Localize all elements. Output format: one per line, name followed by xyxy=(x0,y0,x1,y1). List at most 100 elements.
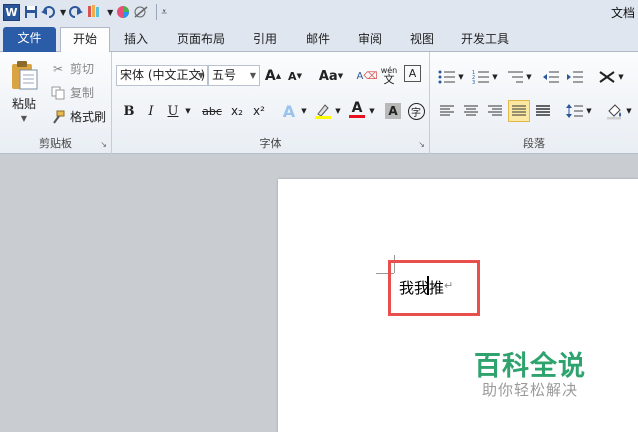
clipboard-group: 粘贴 ▼ ✂ 剪切 复制 格式刷 剪贴板 ↘ xyxy=(0,52,112,154)
undo-dropdown-icon[interactable]: ▼ xyxy=(60,2,66,22)
font-group: 宋体 (中文正文) ▼ 五号 ▼ A ▲ A ▼ Aa ▼ A ⌫ wén 文 A B I… xyxy=(112,52,430,154)
chinese-layout-icon[interactable] xyxy=(596,66,618,88)
highlight-dropdown-icon[interactable]: ▼ xyxy=(332,100,344,122)
tab-mailings[interactable]: 邮件 xyxy=(298,28,338,52)
font-color-dropdown-icon[interactable]: ▼ xyxy=(366,100,378,122)
font-size-value: 五号 xyxy=(212,68,237,82)
line-spacing-icon[interactable] xyxy=(564,100,586,122)
highlight-icon[interactable] xyxy=(312,100,334,122)
shading-icon[interactable] xyxy=(604,100,626,122)
line-spacing-dropdown-icon[interactable]: ▼ xyxy=(584,100,594,122)
underline-dropdown-icon[interactable]: ▼ xyxy=(182,100,194,122)
more-commands-icon[interactable]: ⩡ xyxy=(161,2,167,22)
chevron-down-icon: ▼ xyxy=(197,71,204,80)
text-effects-dropdown-icon[interactable]: ▼ xyxy=(298,100,310,122)
tab-layout[interactable]: 页面布局 xyxy=(170,28,232,52)
character-border-button[interactable]: A xyxy=(404,65,421,82)
bold-button[interactable]: B xyxy=(118,100,140,122)
grow-font-label: A xyxy=(264,68,276,84)
format-painter-label: 格式刷 xyxy=(70,110,107,124)
numbering-icon[interactable]: 123 xyxy=(470,66,492,88)
decrease-indent-icon[interactable] xyxy=(540,66,562,88)
increase-indent-icon[interactable] xyxy=(564,66,586,88)
clear-icon[interactable] xyxy=(133,2,149,22)
redo-icon[interactable] xyxy=(69,2,84,22)
copy-label: 复制 xyxy=(70,86,95,100)
document-area: 我我推 ↵ 百科全说 助你轻松解决 xyxy=(0,155,638,432)
paragraph-group-label: 段落 xyxy=(523,137,545,150)
tab-home[interactable]: 开始 xyxy=(60,27,110,52)
clear-formatting-button[interactable]: A ⌫ xyxy=(356,65,378,87)
ribbon: 粘贴 ▼ ✂ 剪切 复制 格式刷 剪贴板 ↘ 宋体 (中文正文) ▼ 五号 ▼ … xyxy=(0,52,638,154)
character-shading-button[interactable]: A xyxy=(382,100,404,122)
text-caret xyxy=(427,276,429,295)
italic-button[interactable]: I xyxy=(140,100,162,122)
strikethrough-button[interactable]: abc xyxy=(200,100,224,122)
multilevel-list-icon[interactable] xyxy=(504,66,526,88)
copy-icon xyxy=(50,85,66,101)
chinese-layout-dropdown-icon[interactable]: ▼ xyxy=(616,66,626,88)
underline-button[interactable]: U xyxy=(162,100,184,122)
watermark-subtitle: 助你轻松解决 xyxy=(482,381,579,399)
ribbon-tabs: 文件 开始 插入 页面布局 引用 邮件 审阅 视图 开发工具 xyxy=(0,24,638,52)
paste-icon[interactable] xyxy=(8,58,40,92)
tab-developer[interactable]: 开发工具 xyxy=(453,28,517,52)
font-name-select[interactable]: 宋体 (中文正文) ▼ xyxy=(116,65,208,86)
chevron-down-icon: ▼ xyxy=(249,71,256,80)
svg-text:3: 3 xyxy=(472,80,475,85)
character-shading-label: A xyxy=(385,103,401,119)
multilevel-dropdown-icon[interactable]: ▼ xyxy=(524,66,534,88)
change-case-label: Aa xyxy=(318,68,338,84)
tab-review[interactable]: 审阅 xyxy=(350,28,390,52)
shrink-font-button[interactable]: A ▼ xyxy=(284,65,306,87)
save-icon[interactable] xyxy=(24,2,38,22)
subscript-button[interactable]: x₂ xyxy=(226,100,248,122)
paragraph-mark: ↵ xyxy=(444,279,454,292)
font-launcher-icon[interactable]: ↘ xyxy=(418,140,425,149)
qat-separator xyxy=(156,4,158,20)
font-color-button[interactable]: A xyxy=(346,98,368,120)
clear-formatting-label: A xyxy=(356,70,364,82)
align-right-icon[interactable] xyxy=(484,100,506,122)
font-color-bar xyxy=(349,114,365,118)
document-text[interactable]: 我我推 xyxy=(399,277,444,298)
tab-insert[interactable]: 插入 xyxy=(116,28,156,52)
phonetic-guide-button[interactable]: wén 文 xyxy=(378,64,400,86)
tab-view[interactable]: 视图 xyxy=(402,28,442,52)
paragraph-group: ▼ 123 ▼ ▼ ▼ ▼ ▼ 段落 xyxy=(430,52,638,154)
change-case-button[interactable]: Aa ▼ xyxy=(316,65,346,87)
font-name-value: 宋体 (中文正文) xyxy=(120,68,206,82)
copy-button[interactable]: 复制 xyxy=(50,84,94,101)
word-logo-icon[interactable]: W xyxy=(3,3,20,21)
distributed-icon[interactable] xyxy=(532,100,554,122)
shrink-font-label: A xyxy=(288,69,297,83)
font-size-select[interactable]: 五号 ▼ xyxy=(208,65,260,86)
text-effects-button[interactable]: A xyxy=(278,100,300,122)
align-center-icon[interactable] xyxy=(460,100,482,122)
customize-dropdown-icon[interactable]: ▼ xyxy=(107,2,113,22)
enclose-character-button[interactable]: 字 xyxy=(405,100,427,122)
undo-icon[interactable] xyxy=(41,2,57,22)
document-page[interactable]: 我我推 ↵ xyxy=(278,179,638,432)
clipboard-launcher-icon[interactable]: ↘ xyxy=(100,140,107,149)
cut-button[interactable]: ✂ 剪切 xyxy=(50,60,94,77)
shading-dropdown-icon[interactable]: ▼ xyxy=(624,100,634,122)
paint-icon[interactable] xyxy=(86,2,104,22)
justify-icon[interactable] xyxy=(508,100,530,122)
clipboard-group-label: 剪贴板 xyxy=(39,137,72,150)
bullets-icon[interactable] xyxy=(436,66,458,88)
bullets-dropdown-icon[interactable]: ▼ xyxy=(456,66,466,88)
tab-references[interactable]: 引用 xyxy=(245,28,285,52)
superscript-button[interactable]: x² xyxy=(248,100,270,122)
color-wheel-icon[interactable] xyxy=(116,2,130,22)
align-left-icon[interactable] xyxy=(436,100,458,122)
grow-font-button[interactable]: A ▲ xyxy=(262,65,284,87)
paste-button[interactable]: 粘贴 xyxy=(5,94,43,112)
font-color-label: A xyxy=(351,99,363,116)
tab-file[interactable]: 文件 xyxy=(3,27,56,52)
scissors-icon: ✂ xyxy=(52,61,64,76)
numbering-dropdown-icon[interactable]: ▼ xyxy=(490,66,500,88)
format-painter-button[interactable]: 格式刷 xyxy=(50,108,106,125)
enclose-character-label: 字 xyxy=(407,102,425,120)
paste-dropdown-icon[interactable]: ▼ xyxy=(18,113,30,123)
